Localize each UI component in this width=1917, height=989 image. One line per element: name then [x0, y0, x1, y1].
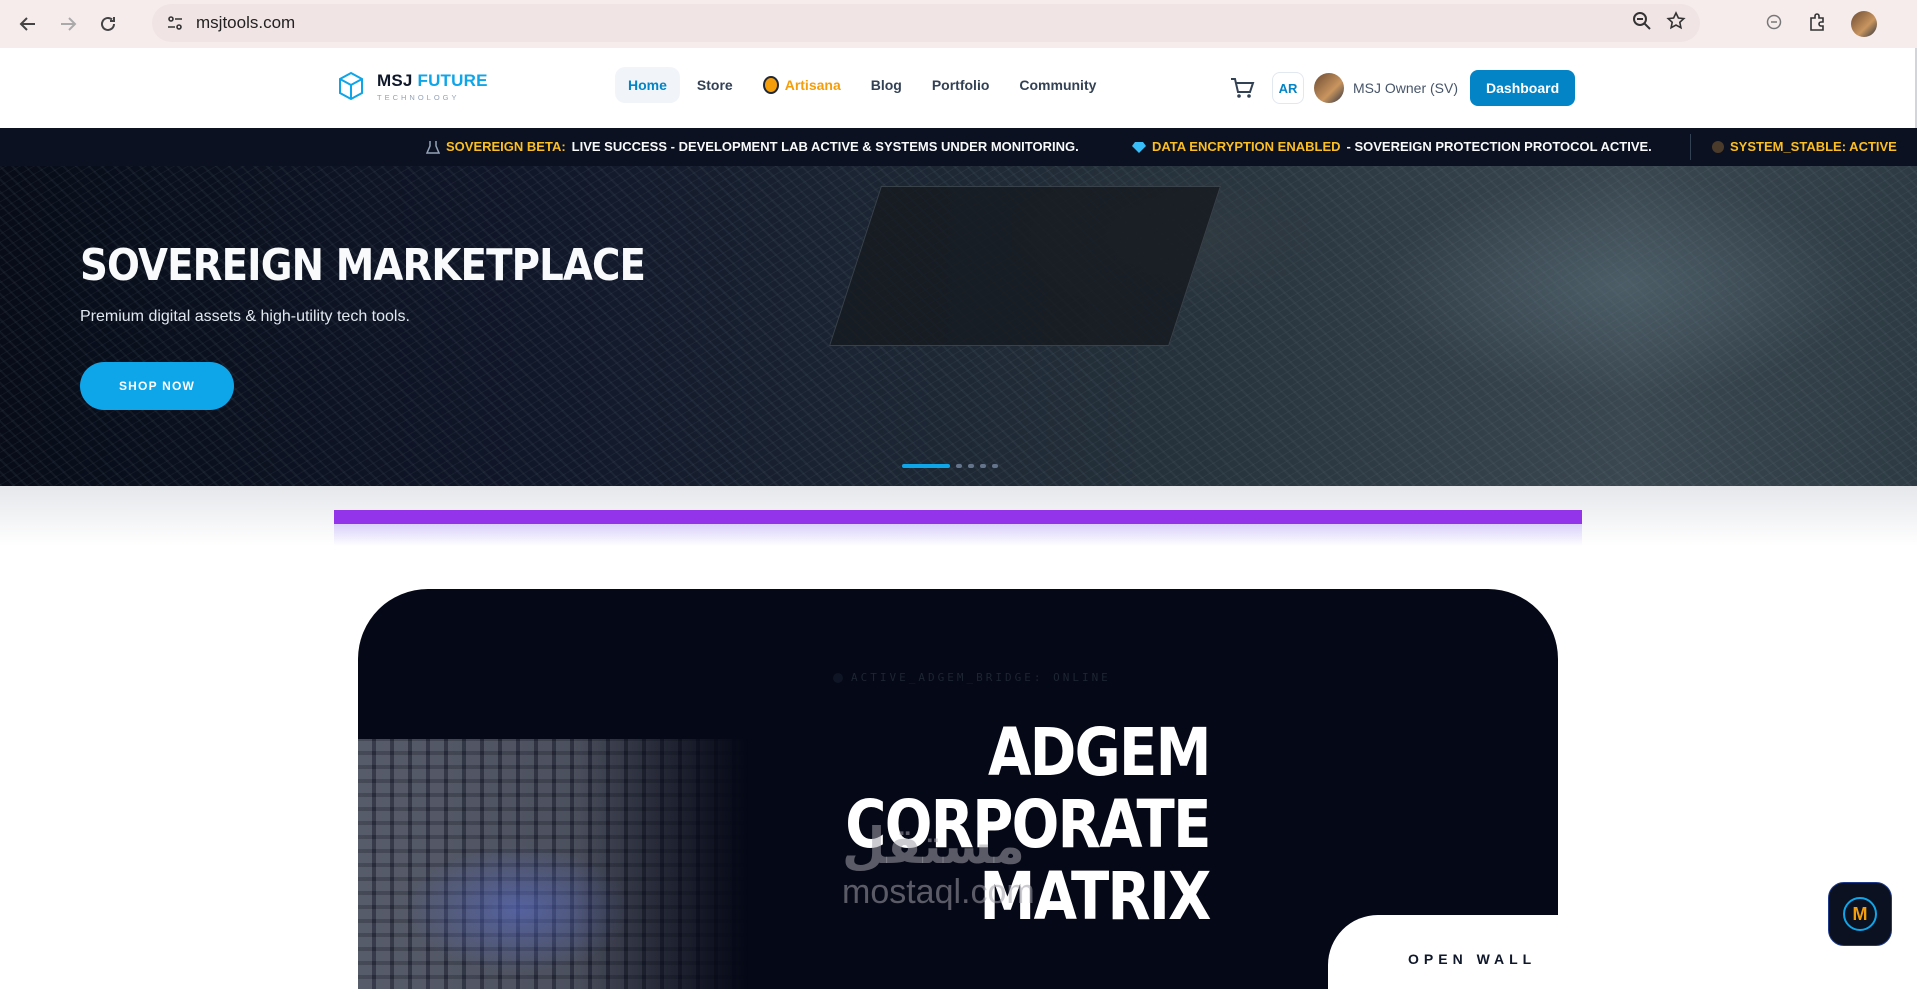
extensions-icon[interactable] — [1807, 12, 1827, 37]
purple-divider-glow — [334, 524, 1582, 546]
reload-icon[interactable] — [88, 4, 128, 44]
watermark-arabic: مستقل — [842, 817, 1025, 875]
matrix-title-line: ADGEM — [988, 714, 1211, 791]
nav-artisana[interactable]: Artisana — [750, 66, 854, 104]
announcement-ticker: SOVEREIGN BETA: LIVE SUCCESS - DEVELOPME… — [0, 128, 1917, 166]
hero-banner: SOVEREIGN MARKETPLACE Premium digital as… — [0, 166, 1917, 486]
logo-accent-text: FUTURE — [417, 70, 488, 90]
adgem-matrix-card: ACTIVE_ADGEM_BRIDGE: ONLINE ADGEM CORPOR… — [358, 589, 1558, 989]
hero-title: SOVEREIGN MARKETPLACE — [80, 240, 646, 291]
nav-portfolio[interactable]: Portfolio — [919, 67, 1003, 103]
nav-community[interactable]: Community — [1006, 67, 1109, 103]
profile-avatar[interactable] — [1851, 11, 1877, 37]
watermark-latin: mostaql.com — [842, 873, 1035, 911]
ticker-item-beta: SOVEREIGN BETA: LIVE SUCCESS - DEVELOPME… — [426, 139, 1079, 154]
cube-logo-icon — [339, 71, 363, 101]
user-avatar[interactable] — [1314, 73, 1344, 103]
chat-icon[interactable] — [1765, 13, 1783, 36]
ticker-label: SYSTEM_STABLE: ACTIVE — [1730, 139, 1897, 154]
ticker-message: LIVE SUCCESS - DEVELOPMENT LAB ACTIVE & … — [571, 139, 1079, 154]
nav-blog[interactable]: Blog — [858, 67, 915, 103]
back-icon[interactable] — [8, 4, 48, 44]
carousel-dot[interactable] — [968, 464, 974, 468]
cart-icon[interactable] — [1228, 74, 1256, 102]
nav-artisana-label: Artisana — [784, 77, 841, 93]
bridge-status: ACTIVE_ADGEM_BRIDGE: ONLINE — [833, 671, 1111, 684]
matrix-cubes-image — [358, 739, 748, 989]
m-logo-icon: M — [1843, 897, 1877, 931]
purple-divider-bar — [334, 510, 1582, 524]
ticker-label: SOVEREIGN BETA: — [446, 139, 566, 154]
site-header: MSJ FUTURE TECHNOLOGY Home Store Artisan… — [0, 48, 1917, 128]
bridge-status-text: ACTIVE_ADGEM_BRIDGE: ONLINE — [851, 671, 1111, 684]
header-actions: AR MSJ Owner (SV) Dashboard — [1228, 70, 1576, 106]
diamond-icon — [1132, 141, 1146, 153]
hero-subtitle: Premium digital assets & high-utility te… — [80, 308, 410, 325]
user-name[interactable]: MSJ Owner (SV) — [1353, 80, 1458, 96]
ticker-item-system: SYSTEM_STABLE: ACTIVE — [1712, 139, 1897, 154]
ticker-label: DATA ENCRYPTION ENABLED — [1152, 139, 1341, 154]
shop-now-button[interactable]: SHOP NOW — [80, 362, 234, 410]
url-text[interactable]: msjtools.com — [196, 13, 295, 33]
circuit-chip-graphic — [829, 186, 1221, 346]
artisana-mask-icon — [762, 76, 779, 94]
carousel-dot[interactable] — [902, 464, 950, 468]
language-toggle-button[interactable]: AR — [1272, 72, 1304, 104]
ticker-divider — [1690, 134, 1691, 160]
carousel-dot[interactable] — [980, 464, 986, 468]
carousel-dot[interactable] — [956, 464, 962, 468]
bookmark-star-icon[interactable] — [1666, 10, 1686, 36]
nav-store[interactable]: Store — [684, 67, 746, 103]
carousel-dot[interactable] — [992, 464, 998, 468]
site-info-icon[interactable] — [158, 6, 192, 40]
nav-home[interactable]: Home — [615, 67, 680, 103]
address-bar[interactable]: msjtools.com — [152, 4, 1700, 42]
ticker-message: - SOVEREIGN PROTECTION PROTOCOL ACTIVE. — [1346, 139, 1652, 154]
dashboard-button[interactable]: Dashboard — [1470, 70, 1576, 106]
status-dot-icon — [833, 672, 843, 683]
mostaql-watermark: مستقل mostaql.com — [842, 818, 1035, 910]
ticker-item-encryption: DATA ENCRYPTION ENABLED - SOVEREIGN PROT… — [1132, 139, 1652, 154]
status-dot-icon — [1712, 140, 1724, 153]
logo-subtitle: TECHNOLOGY — [377, 92, 460, 102]
browser-toolbar: msjtools.com — [0, 0, 1917, 48]
carousel-dots — [902, 464, 998, 468]
site-logo[interactable]: MSJ FUTURE TECHNOLOGY — [335, 70, 488, 102]
zoom-icon[interactable] — [1632, 11, 1652, 36]
logo-main-text: MSJ — [377, 70, 413, 90]
main-nav: Home Store Artisana Blog Portfolio Commu… — [615, 66, 1109, 104]
lab-icon — [426, 140, 440, 154]
logo-text: MSJ FUTURE — [377, 71, 488, 91]
floating-assistant-button[interactable]: M — [1828, 882, 1892, 946]
forward-icon[interactable] — [48, 4, 88, 44]
